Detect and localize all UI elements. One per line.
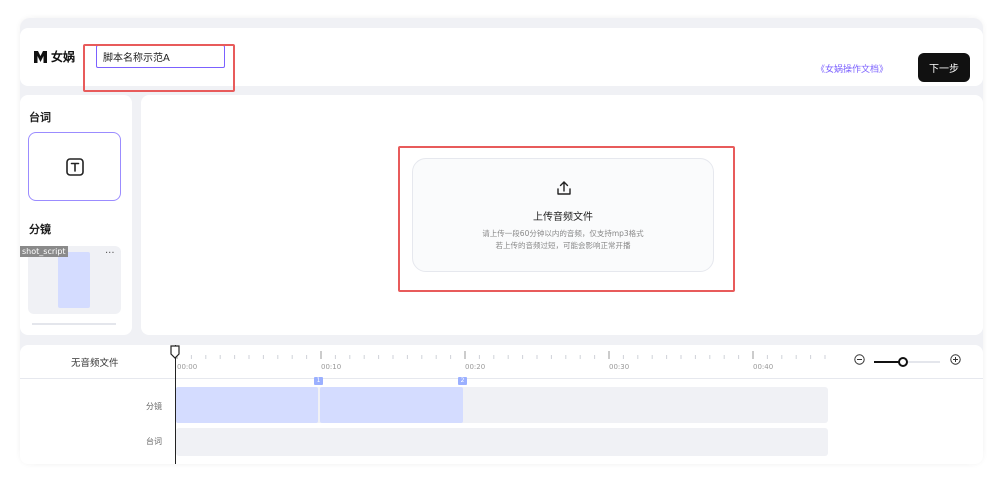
top-bar: 女娲 《女娲操作文档》 下一步 — [20, 28, 983, 92]
no-audio-label: 无音频文件 — [71, 358, 119, 369]
docs-link[interactable]: 《女娲操作文档》 — [816, 62, 888, 75]
tick-label-30: 00:30 — [609, 363, 630, 371]
zoom-in-icon[interactable] — [950, 354, 961, 365]
left-panel: 台词 分镜 ··· shot_script — [20, 95, 132, 335]
upload-hint-duration: 请上传一段60分钟以内的音频，仅支持mp3格式 — [482, 229, 644, 238]
track-label-storyboard: 分镜 — [146, 402, 162, 411]
playhead-line — [175, 345, 176, 464]
clip-marker-2: 2 — [458, 377, 467, 385]
main-panel: 上传音频文件 请上传一段60分钟以内的音频，仅支持mp3格式 若上传的音频过短，… — [141, 95, 983, 335]
storyboard-clip-2[interactable] — [320, 387, 463, 423]
playhead-icon[interactable] — [170, 345, 180, 359]
tick-label-40: 00:40 — [753, 363, 774, 371]
shot-tag: shot_script — [20, 246, 68, 257]
dialog-track[interactable] — [176, 428, 828, 456]
brand-name: 女娲 — [51, 50, 76, 64]
tick-label-20: 00:20 — [465, 363, 486, 371]
more-options-icon[interactable]: ··· — [105, 248, 115, 259]
storyboard-track[interactable] — [176, 387, 828, 423]
tick-label-0: 00:00 — [177, 363, 198, 371]
storyboard-section-title: 分镜 — [29, 223, 51, 236]
zoom-slider[interactable] — [874, 357, 940, 367]
next-step-button[interactable]: 下一步 — [918, 53, 970, 82]
script-name-input[interactable] — [96, 45, 225, 68]
app-window: 女娲 《女娲操作文档》 下一步 台词 分镜 ··· shot_script — [20, 18, 983, 464]
dialog-section-title: 台词 — [29, 111, 51, 124]
upload-icon — [557, 181, 571, 195]
upload-hint-short: 若上传的音频过短，可能会影响正常开播 — [495, 241, 631, 250]
clip-marker-1: 1 — [314, 377, 323, 385]
timeline-header: 无音频文件 00:00 00:10 00:20 00:30 00:40 — [20, 345, 983, 379]
timeline-panel: 无音频文件 00:00 00:10 00:20 00:30 00:40 分镜 1… — [20, 345, 983, 464]
upload-title: 上传音频文件 — [533, 212, 593, 223]
shot-thumbnail — [58, 252, 90, 308]
time-ruler[interactable] — [176, 345, 828, 379]
track-label-dialog: 台词 — [146, 437, 162, 446]
brand-logo: 女娲 — [34, 48, 75, 65]
dialog-add-card[interactable] — [28, 132, 121, 201]
tick-label-10: 00:10 — [321, 363, 342, 371]
text-icon — [65, 157, 84, 176]
audio-upload-dropzone[interactable]: 上传音频文件 请上传一段60分钟以内的音频，仅支持mp3格式 若上传的音频过短，… — [412, 158, 714, 272]
zoom-out-icon[interactable] — [854, 354, 865, 365]
brand-logo-icon — [34, 50, 47, 63]
storyboard-clip-1[interactable] — [176, 387, 318, 423]
zoom-slider-handle[interactable] — [898, 357, 908, 367]
scroll-indicator — [32, 323, 116, 325]
